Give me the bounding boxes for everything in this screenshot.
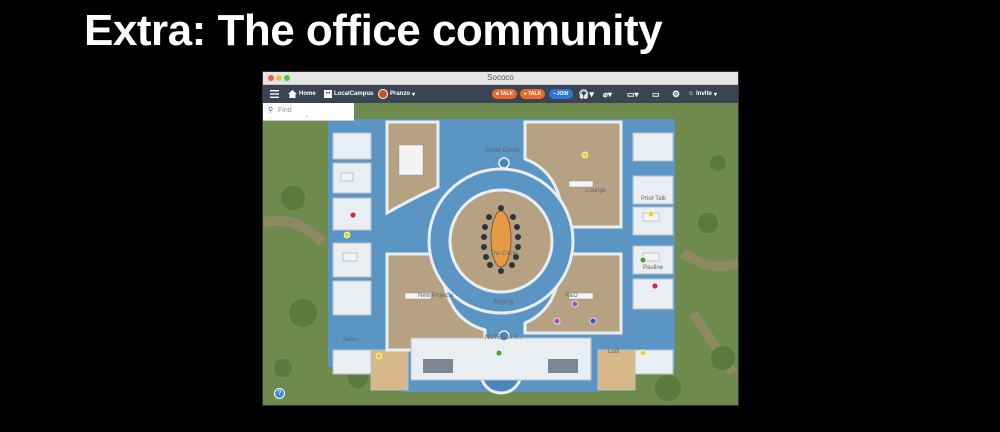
home-link[interactable]: Home (288, 85, 316, 103)
screen-share-icon[interactable]: ▭ (652, 85, 660, 103)
join-label: JOIN (556, 91, 569, 97)
room-sales[interactable] (332, 349, 372, 375)
headphones-icon[interactable]: 🎧︎▾ (578, 85, 594, 103)
chevron-down-icon: ▾ (713, 91, 717, 98)
sococo-window: Sococo Home LocalCampus Pranzo ▾ ■ TALK … (263, 72, 738, 405)
building-icon (324, 90, 332, 98)
label-water-cooler: Water Cooler (485, 148, 521, 154)
conference-table (490, 210, 512, 268)
chevron-down-icon[interactable]: ⌄ (305, 113, 309, 119)
search-icon: ⚲ (268, 107, 274, 114)
video-talk-button[interactable]: ■ TALK (492, 89, 517, 99)
join-button[interactable]: ▪ JOIN (549, 89, 573, 99)
label-the-circle: The Circle (490, 251, 518, 257)
talk-label: TALK (528, 91, 542, 97)
home-icon (288, 90, 297, 98)
label-pauline: Pauline (643, 265, 664, 271)
talk-button[interactable]: ● TALK (520, 89, 545, 99)
label-lounge: Lounge (586, 188, 607, 194)
user-menu[interactable]: Pranzo ▾ (378, 85, 415, 103)
invite-label: Invite (696, 91, 712, 97)
user-label: Pranzo (390, 91, 411, 97)
gear-icon[interactable]: ⚙ (672, 85, 680, 103)
mute-mic-icon[interactable]: ⌀▾ (603, 85, 612, 103)
video-off-icon[interactable]: ▭▾ (627, 85, 639, 103)
avatar (378, 89, 388, 99)
label-jogging: Jogging (492, 299, 514, 305)
invite-button[interactable]: ☺ Invite ▾ (688, 85, 717, 103)
campus-label: LocalCampus (334, 91, 374, 97)
label-rd: R&D (565, 293, 578, 299)
slide-title: Extra: The office community (84, 6, 663, 55)
window-titlebar: Sococo (263, 72, 738, 85)
people-icon: ☺ (688, 91, 695, 97)
search-input[interactable]: Find (278, 107, 292, 114)
water-cooler-icon[interactable] (498, 157, 510, 169)
label-new-projects: New Projects (418, 293, 454, 299)
window-title: Sococo (487, 73, 514, 82)
question-icon[interactable]: ? (274, 388, 285, 399)
room-lodi[interactable] (597, 349, 636, 391)
label-lodi: Lodi (608, 349, 620, 355)
menu-icon[interactable] (270, 85, 279, 103)
video-talk-label: TALK (500, 91, 514, 97)
label-sales: Sales (343, 337, 359, 343)
label-prior-talk: Prior Talk (641, 196, 666, 202)
label-nutella: NUTELLA R... (485, 335, 523, 341)
home-label: Home (299, 91, 316, 97)
toolbar: Home LocalCampus Pranzo ▾ ■ TALK ● TALK … (263, 85, 738, 103)
campus-link[interactable]: LocalCampus (324, 85, 373, 103)
search-bar[interactable]: ⚲ Find ⌄ (263, 103, 354, 121)
chevron-down-icon: ▾ (412, 91, 416, 98)
